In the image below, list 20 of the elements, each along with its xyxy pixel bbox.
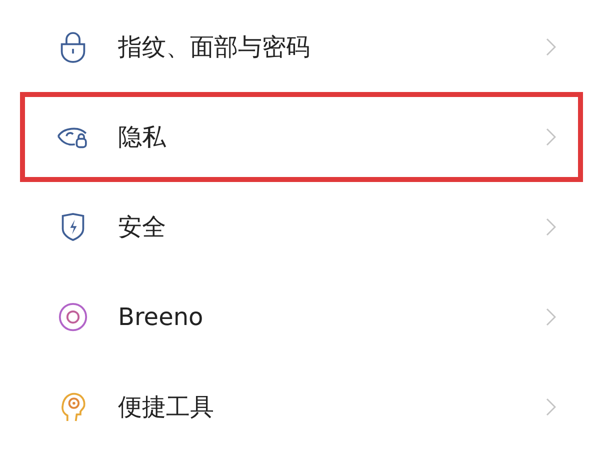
item-label: 隐私 bbox=[118, 122, 167, 153]
chevron-icon bbox=[546, 218, 556, 236]
ring-icon bbox=[58, 302, 88, 332]
settings-item[interactable]: 安全 bbox=[20, 182, 583, 272]
lock-icon bbox=[59, 31, 87, 63]
chevron-icon bbox=[546, 398, 556, 416]
item-label: 指纹、面部与密码 bbox=[118, 32, 311, 63]
settings-item[interactable]: 隐私 bbox=[20, 92, 583, 182]
settings-item[interactable]: Breeno bbox=[20, 272, 583, 362]
shield-icon bbox=[60, 212, 86, 242]
item-label: 安全 bbox=[118, 212, 167, 243]
chevron-icon bbox=[546, 128, 556, 146]
settings-item[interactable]: 便捷工具 bbox=[20, 362, 583, 450]
item-label: Breeno bbox=[118, 303, 204, 331]
eye-lock-icon bbox=[56, 125, 90, 149]
item-label: 便捷工具 bbox=[118, 392, 215, 423]
chevron-icon bbox=[546, 38, 556, 56]
settings-item[interactable]: 指纹、面部与密码 bbox=[20, 2, 583, 92]
head-icon bbox=[59, 391, 87, 423]
chevron-icon bbox=[546, 308, 556, 326]
